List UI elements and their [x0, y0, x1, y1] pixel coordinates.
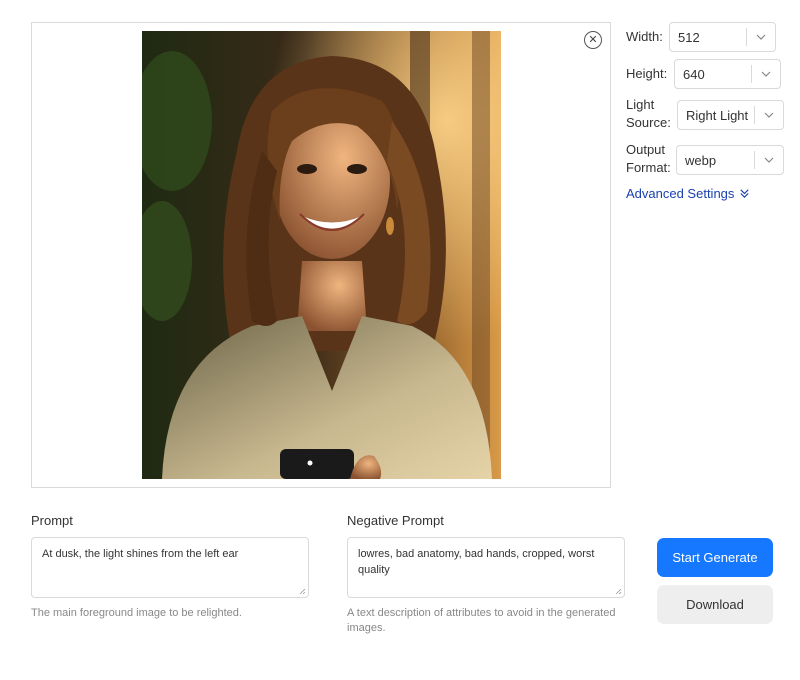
negative-prompt-help: A text description of attributes to avoi…	[347, 607, 616, 634]
light-source-setting: Light Source:	[626, 96, 671, 132]
width-setting: Width:	[626, 28, 663, 46]
negative-prompt-label: Negative Prompt	[347, 513, 444, 528]
width-label: Width:	[626, 29, 663, 44]
resize-grip-icon[interactable]	[615, 588, 622, 595]
start-generate-button[interactable]: Start Generate	[657, 538, 773, 577]
advanced-settings-link[interactable]: Advanced Settings	[626, 186, 750, 201]
prompt-value: At dusk, the light shines from the left …	[42, 548, 239, 560]
close-glyph: ✕	[588, 33, 598, 46]
chevron-down-icon	[747, 32, 775, 42]
height-setting: Height:	[626, 65, 667, 83]
portrait-image-art	[142, 31, 501, 479]
width-value: 512	[678, 29, 700, 45]
download-button[interactable]: Download	[657, 585, 773, 624]
chevron-down-icon	[755, 110, 783, 120]
prompt-label: Prompt	[31, 513, 73, 528]
height-label: Height:	[626, 66, 668, 81]
chevron-down-icon	[755, 155, 783, 165]
output-format-select[interactable]: webp	[676, 145, 784, 175]
image-preview-panel: ✕	[31, 22, 611, 488]
output-format-value: webp	[685, 152, 717, 168]
prompt-help: The main foreground image to be relighte…	[31, 607, 242, 619]
close-icon[interactable]: ✕	[584, 31, 602, 49]
light-source-label-line1: Light	[626, 97, 655, 112]
double-chevron-down-icon	[740, 189, 749, 199]
light-source-label-line2: Source:	[626, 115, 671, 130]
negative-prompt-input[interactable]: lowres, bad anatomy, bad hands, cropped,…	[347, 537, 625, 598]
width-select[interactable]: 512	[669, 22, 776, 52]
height-value: 640	[683, 66, 705, 82]
negative-prompt-value: lowres, bad anatomy, bad hands, cropped,…	[358, 548, 595, 576]
chevron-down-icon	[752, 69, 780, 79]
height-select[interactable]: 640	[674, 59, 781, 89]
output-format-label-line1: Output	[626, 142, 666, 157]
output-format-label-line2: Format:	[626, 160, 671, 175]
prompt-input[interactable]: At dusk, the light shines from the left …	[31, 537, 309, 598]
resize-grip-icon[interactable]	[299, 588, 306, 595]
output-format-setting: Output Format:	[626, 141, 671, 177]
portrait-image	[142, 31, 501, 479]
light-source-select[interactable]: Right Light	[677, 100, 784, 130]
advanced-settings-label: Advanced Settings	[626, 186, 735, 201]
light-source-value: Right Light	[686, 107, 749, 123]
